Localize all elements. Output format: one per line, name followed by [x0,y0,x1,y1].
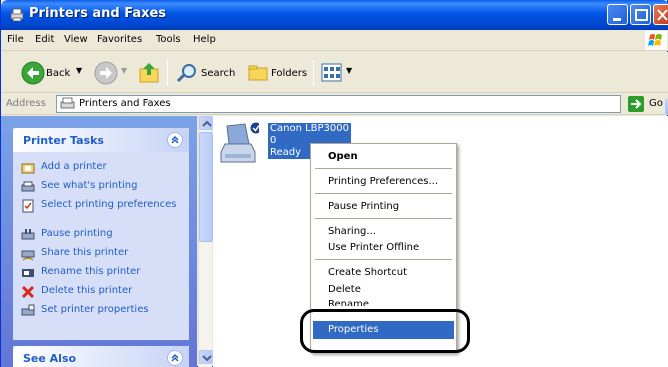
maximize-button[interactable] [630,4,651,25]
properties-icon [21,304,35,316]
menu-tools[interactable]: Tools [156,34,181,45]
collapse-icon[interactable] [167,132,183,148]
printer-fax-icon [10,8,24,22]
address-field[interactable]: Printers and Faxes [56,95,668,115]
menu-edit[interactable]: Edit [35,34,54,45]
scroll-thumb[interactable] [199,132,213,242]
printer-tasks-header[interactable]: Printer Tasks [13,128,189,152]
toolbar-separator [167,60,168,86]
toolbar-separator [313,60,314,86]
menu-help[interactable]: Help [193,34,216,45]
chevron-up-icon [202,120,212,127]
menu-view[interactable]: View [64,34,88,45]
delete-icon [21,285,35,299]
see-also-panel: See Also [13,346,189,367]
menu-use-offline[interactable]: Use Printer Offline [328,242,419,253]
menu-create-shortcut[interactable]: Create Shortcut [328,267,407,278]
back-dropdown-icon[interactable]: ▼ [76,66,82,75]
highlight-annotation [300,309,470,353]
print-queue-icon [21,181,35,192]
folders-button-label[interactable]: Folders [271,68,307,79]
folders-icon[interactable] [246,61,270,85]
title-bar[interactable]: Printers and Faxes [1,0,668,30]
window-title: Printers and Faxes [29,6,167,21]
menu-sharing[interactable]: Sharing... [328,226,376,237]
menu-separator [315,193,452,194]
search-icon[interactable] [175,61,199,85]
preferences-icon [22,199,34,213]
forward-dropdown-icon[interactable]: ▼ [121,66,127,75]
task-pane: Printer Tasks Add a printer See what's p… [1,116,197,367]
menu-bar: File Edit View Favorites Tools Help [1,30,668,51]
back-button-label[interactable]: Back [46,68,70,79]
share-icon [21,250,35,261]
toolbar: Back ▼ ▼ Search Folders ▼ [1,52,668,93]
printer-tasks-panel: Printer Tasks Add a printer See what's p… [13,128,189,340]
address-bar: Address Printers and Faxes [1,93,668,115]
menu-separator [315,168,452,169]
task-pane-scrollbar[interactable] [198,116,213,367]
address-value: Printers and Faxes [79,98,171,109]
close-button[interactable] [653,4,668,25]
menu-separator [315,259,452,260]
printer-name: Canon LBP3000 [270,123,349,134]
add-printer-icon [21,163,35,174]
printer-tasks-title: Printer Tasks [23,134,104,147]
search-button-label[interactable]: Search [201,68,235,79]
menu-favorites[interactable]: Favorites [97,34,142,45]
views-dropdown-icon[interactable]: ▼ [346,66,352,75]
forward-arrow-icon[interactable] [94,61,118,85]
scroll-down-button[interactable] [199,350,213,364]
printer-icon [220,122,259,163]
menu-open[interactable]: Open [328,151,358,162]
up-folder-icon[interactable] [138,61,162,85]
views-icon[interactable] [321,63,343,83]
address-label: Address [6,98,46,109]
collapse-icon[interactable] [167,350,183,366]
menu-file[interactable]: File [7,34,24,45]
pause-printer-icon [21,229,35,240]
see-also-header[interactable]: See Also [13,346,189,367]
chevron-down-icon [202,355,212,362]
explorer-window: Printers and Faxes File Edit View Favori… [0,0,668,367]
go-button-label[interactable]: Go [649,98,663,109]
menu-printing-preferences[interactable]: Printing Preferences... [328,176,438,187]
back-arrow-icon[interactable] [21,61,45,85]
menu-pause-printing[interactable]: Pause Printing [328,201,399,212]
printer-fax-icon [60,97,75,109]
menu-delete[interactable]: Delete [328,284,361,295]
minimize-button[interactable] [607,4,628,25]
rename-icon [22,269,34,277]
scroll-up-button[interactable] [199,116,213,130]
see-also-title: See Also [23,352,77,365]
menu-rename[interactable]: Rename [328,299,369,306]
menu-separator [315,218,452,219]
go-arrow-icon[interactable] [628,96,644,112]
windows-logo-icon [645,31,667,50]
